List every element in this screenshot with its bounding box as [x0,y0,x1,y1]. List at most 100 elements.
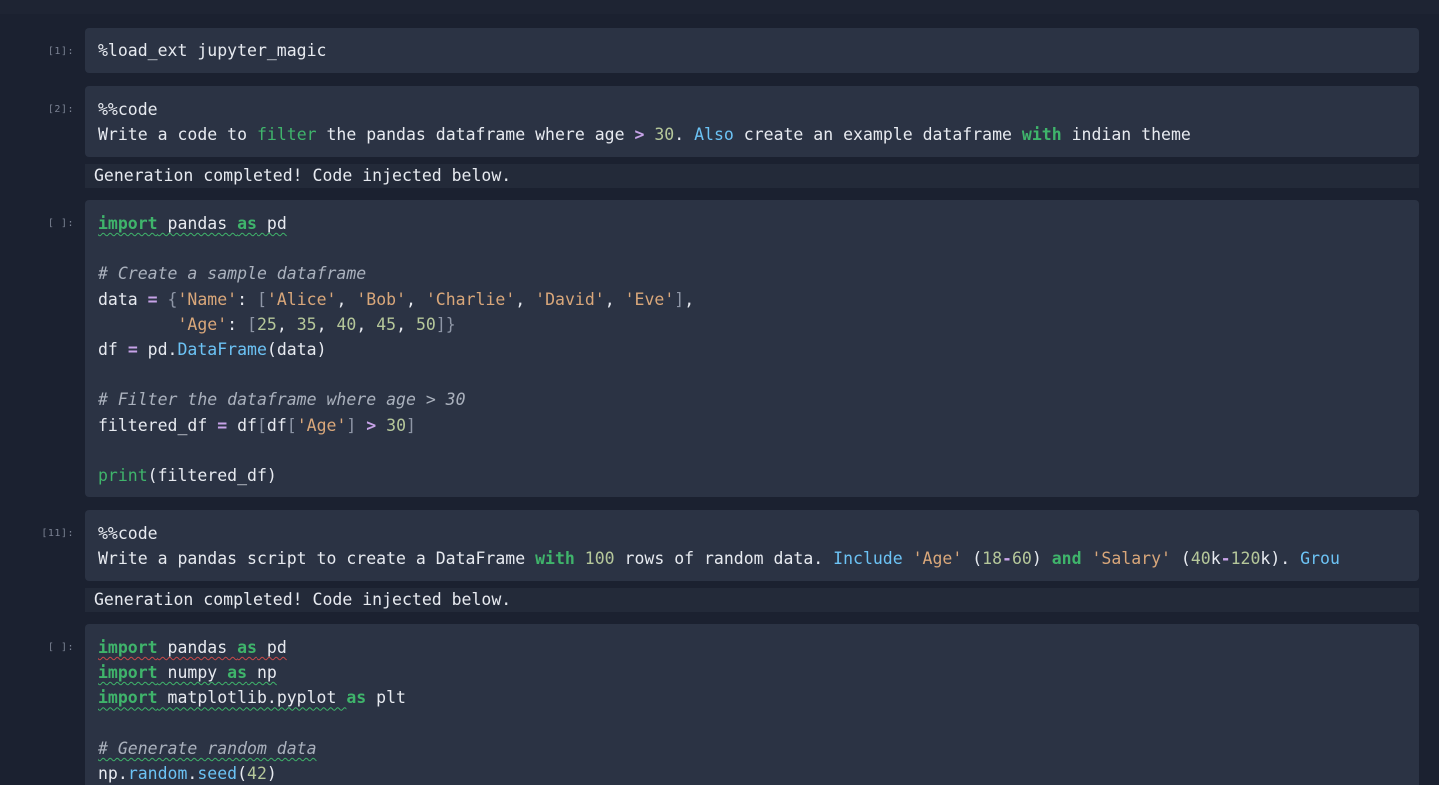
code-token: ( [962,549,983,569]
code-token: np. [98,763,128,783]
output-text: Generation completed! Code injected belo… [94,590,512,609]
code-token: - [1002,549,1012,569]
code-token: k [1210,549,1221,569]
code-token: plt [366,688,406,708]
cell-code[interactable]: import pandas as pd import numpy as np imp… [98,635,406,785]
code-token: ( [237,763,248,783]
code-line: print(filtered_df) [98,463,694,488]
code-cell[interactable]: %load_ext jupyter_magic [85,28,1419,73]
code-line: %%code [98,97,1191,122]
output-text: Generation completed! Code injected belo… [94,166,512,185]
code-token: pandas [157,214,238,233]
code-token: the pandas dataframe where age [316,125,635,145]
code-token: 'Age' [177,314,228,334]
code-token: import [98,638,158,657]
code-cell[interactable]: %%code Write a pandas script to create a … [85,510,1419,581]
code-cell[interactable]: import pandas as pd import numpy as np imp… [85,624,1419,785]
code-token: DataFrame [177,339,267,359]
code-cell[interactable]: %%code Write a code to filter the pandas … [85,86,1419,157]
code-token: 30 [654,125,675,145]
code-line: filtered_df = df[df['Age'] > 30] [98,413,694,438]
code-token: 30 [386,415,407,435]
cell-code[interactable]: import pandas as pd # Create a sample da… [98,211,694,488]
code-token: , [604,289,625,309]
code-token: . [674,125,695,145]
code-token: seed [197,763,238,783]
code-line: Write a pandas script to create a DataFr… [98,546,1340,571]
code-token: 35 [296,314,317,334]
code-token: , [276,314,297,334]
code-line: # Filter the dataframe where age > 30 [98,387,694,412]
code-token: random [127,763,188,783]
code-token: 45 [376,314,397,334]
code-token: as [237,214,257,233]
code-token: ) [1031,549,1052,569]
code-token: { [167,289,178,309]
code-line: df = pd.DataFrame(data) [98,337,694,362]
cell-code[interactable]: %%code Write a code to filter the pandas … [98,97,1191,147]
code-line: %%code [98,521,1340,546]
cell-prompt: [11]: [41,528,74,539]
code-token: [ [256,289,267,309]
notebook: [1]: %load_ext jupyter_magic [2]: %%code… [0,0,1439,785]
code-token: ] [346,415,357,435]
code-token: 'David' [535,289,605,309]
code-token: as [237,638,257,657]
code-token: %%code [98,524,158,543]
code-token: > [366,415,377,435]
code-token: pd. [137,339,178,359]
code-token: with [535,549,575,569]
code-token: 120 [1230,549,1261,569]
code-token: 40 [336,314,357,334]
cell-code[interactable]: %load_ext jupyter_magic [98,38,326,63]
code-token: filtered_df [98,415,218,435]
code-token: 42 [247,763,267,783]
code-token: rows of random data. [614,549,834,569]
code-cell[interactable]: import pandas as pd # Create a sample da… [85,200,1419,497]
code-token: = [127,339,138,359]
code-token: 25 [256,314,277,334]
code-token: , [316,314,337,334]
toolbar-strip [0,0,1439,14]
code-token: Include [833,549,903,569]
cell-prompt: [2]: [47,104,74,115]
code-token: 'Age' [296,415,347,435]
code-line: import numpy as np [98,660,406,685]
code-token: k). [1260,549,1301,569]
code-token: as [227,663,248,683]
cell-prompt: [ ]: [47,218,74,229]
code-token: > [634,125,645,145]
code-token: import [98,663,158,683]
code-token: 40 [1190,549,1211,569]
code-token: Also [694,125,734,145]
code-token: import [98,688,158,708]
code-token: , [356,314,377,334]
code-token: df [227,415,257,435]
code-token: pd [256,214,287,233]
code-line: # Create a sample dataframe [98,261,694,286]
code-token: . [187,763,198,783]
code-token: 18 [982,549,1003,569]
code-token: import [98,214,158,233]
code-line: import pandas as pd [98,211,694,236]
code-token: 'Eve' [624,289,675,309]
code-line: import matplotlib.pyplot as plt [98,685,406,710]
code-token: (filtered_df) [147,465,277,485]
code-token: create an example dataframe [733,125,1022,145]
code-line: %load_ext jupyter_magic [98,38,326,63]
cell-code[interactable]: %%code Write a pandas script to create a … [98,521,1340,571]
code-token: : [237,289,257,309]
cell-prompt: [1]: [47,46,74,57]
code-token: %%code [98,100,158,119]
code-token: , [336,289,357,309]
code-token: Grou [1300,549,1340,569]
cell-prompt: [ ]: [47,642,74,653]
